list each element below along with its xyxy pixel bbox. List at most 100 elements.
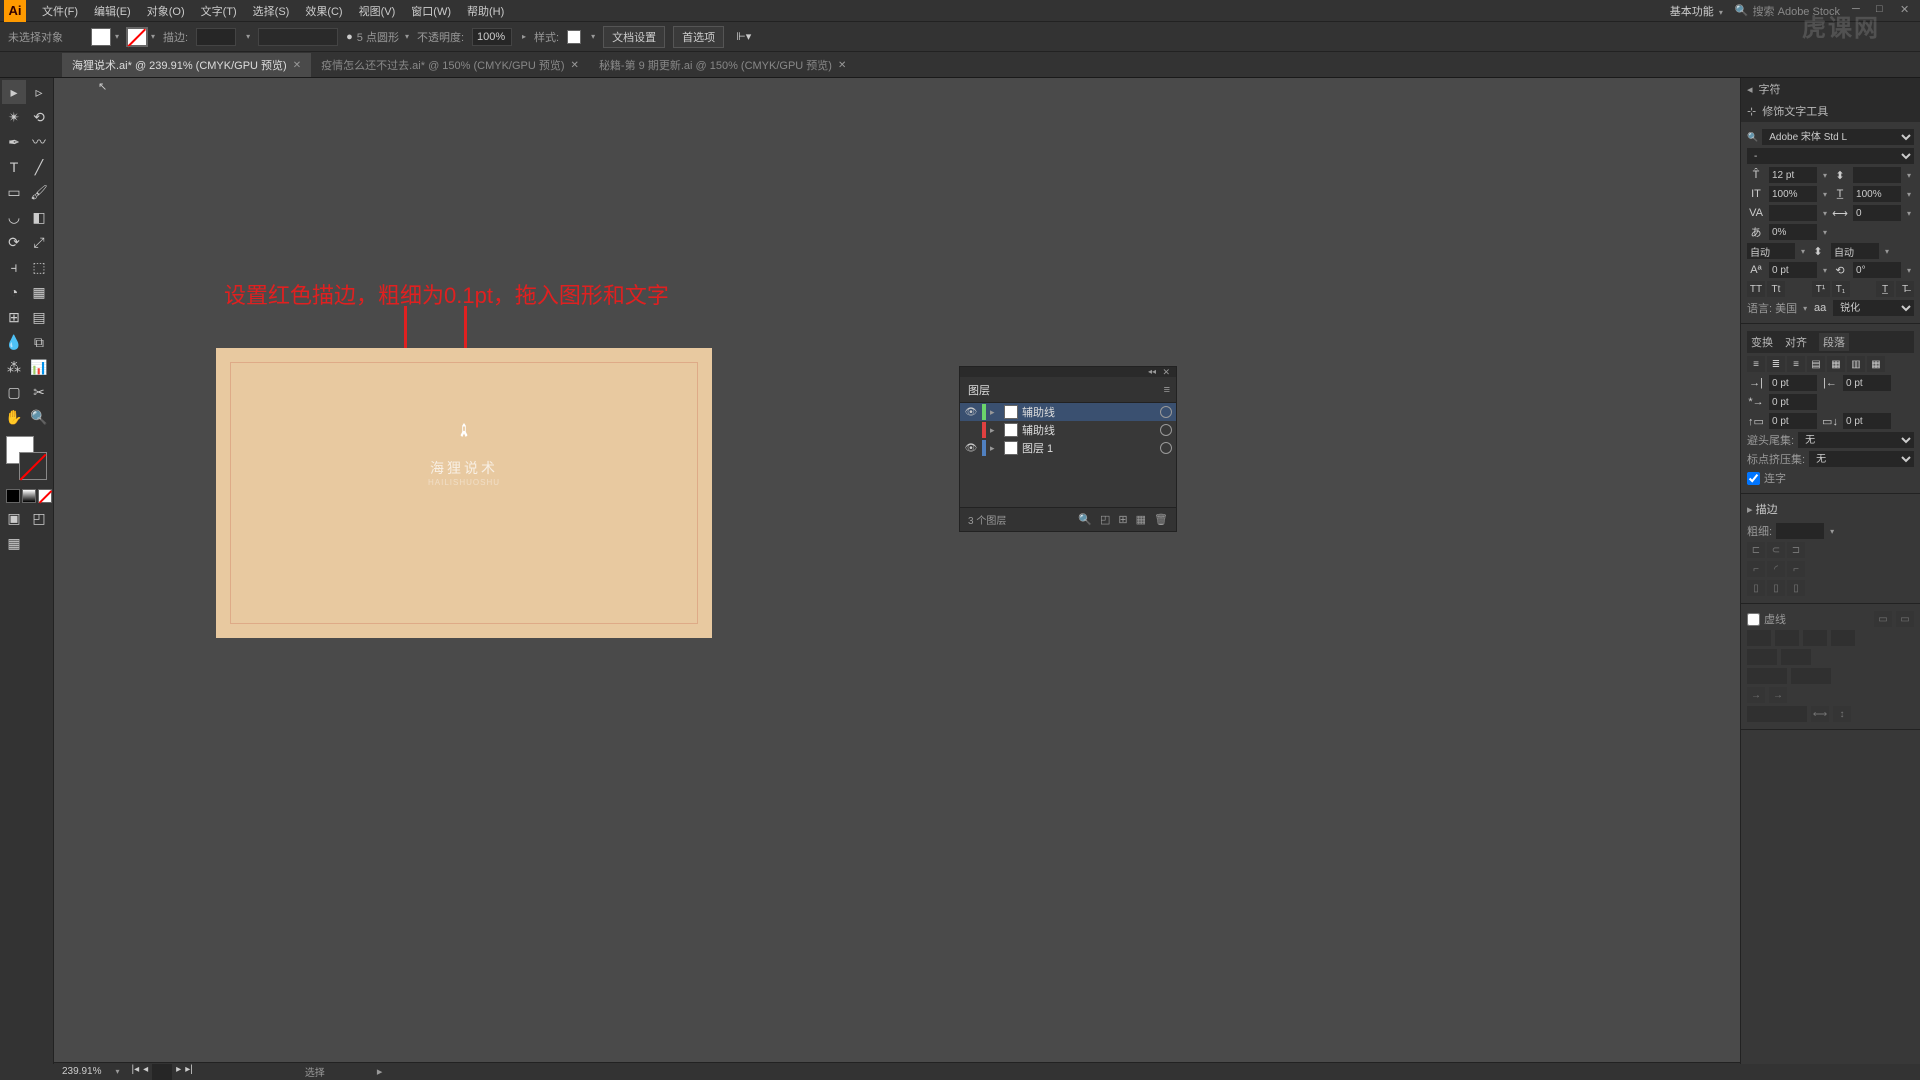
font-size-input[interactable] xyxy=(1769,167,1817,183)
screen-mode-presentation[interactable]: ▦ xyxy=(2,531,26,555)
close-button[interactable]: ✕ xyxy=(1900,3,1916,19)
tab-close-icon[interactable]: ✕ xyxy=(838,60,846,71)
align-left-button[interactable]: ≡ xyxy=(1747,356,1765,372)
indent-right-input[interactable] xyxy=(1843,375,1891,391)
delete-layer-icon[interactable]: 🗑 xyxy=(1154,513,1168,526)
layer-target[interactable] xyxy=(1160,406,1172,418)
workspace-switcher[interactable]: 基本功能 ▾ xyxy=(1670,3,1723,19)
kerning-input[interactable] xyxy=(1769,205,1817,221)
gradient-tool[interactable]: ▤ xyxy=(27,305,51,329)
artboard-nav-input[interactable] xyxy=(152,1064,172,1080)
line-tool[interactable]: ╱ xyxy=(27,155,51,179)
new-layer-icon[interactable]: ▦ xyxy=(1136,513,1146,526)
menu-select[interactable]: 选择(S) xyxy=(245,3,298,19)
zoom-tool[interactable]: 🔍 xyxy=(27,405,51,429)
nav-next[interactable]: ▸ xyxy=(176,1064,181,1080)
layer-name[interactable]: 辅助线 xyxy=(1022,404,1156,420)
allcaps-button[interactable]: TT xyxy=(1747,281,1765,297)
layer-row[interactable]: ▸ 辅助线 xyxy=(960,421,1176,439)
style-swatch[interactable] xyxy=(567,30,581,44)
nav-prev[interactable]: ◂ xyxy=(143,1064,148,1080)
hand-tool[interactable]: ✋ xyxy=(2,405,26,429)
screen-mode-normal[interactable]: ▣ xyxy=(2,506,26,530)
brush-input[interactable] xyxy=(258,28,338,46)
layer-target[interactable] xyxy=(1160,442,1172,454)
eyedropper-tool[interactable]: 💧 xyxy=(2,330,26,354)
clip-mask-icon[interactable]: ◰ xyxy=(1100,513,1110,526)
mesh-tool[interactable]: ⊞ xyxy=(2,305,26,329)
curvature-tool[interactable]: 〰 xyxy=(27,130,51,154)
color-mode-solid[interactable] xyxy=(6,489,20,503)
tracking-input[interactable] xyxy=(1853,205,1901,221)
menu-edit[interactable]: 编辑(E) xyxy=(86,3,139,19)
artboard[interactable]: 海狸说术 HAILISHUOSHU xyxy=(216,348,712,638)
layer-row[interactable]: 👁 ▸ 图层 1 xyxy=(960,439,1176,457)
space-before-input[interactable] xyxy=(1769,413,1817,429)
layer-name[interactable]: 辅助线 xyxy=(1022,422,1156,438)
tab-close-icon[interactable]: ✕ xyxy=(293,60,301,71)
new-sublayer-icon[interactable]: ⊞ xyxy=(1118,513,1127,526)
font-style-select[interactable]: - xyxy=(1747,148,1914,164)
lasso-tool[interactable]: ⟲ xyxy=(27,105,51,129)
magic-wand-tool[interactable]: ✴ xyxy=(2,105,26,129)
color-mode-none[interactable] xyxy=(38,489,52,503)
menu-view[interactable]: 视图(V) xyxy=(351,3,404,19)
panel-menu-icon[interactable]: ≡ xyxy=(1164,384,1170,396)
menu-file[interactable]: 文件(F) xyxy=(34,3,86,19)
char-panel-collapsed[interactable]: ◂字符 xyxy=(1741,78,1920,100)
slice-tool[interactable]: ✂ xyxy=(27,380,51,404)
leading-input[interactable] xyxy=(1853,167,1901,183)
layer-target[interactable] xyxy=(1160,424,1172,436)
artboard-tool[interactable]: ▢ xyxy=(2,380,26,404)
opacity-input[interactable] xyxy=(472,28,512,46)
tsume-input[interactable] xyxy=(1769,224,1817,240)
expand-icon[interactable]: ▸ xyxy=(990,443,1000,454)
color-mode-gradient[interactable] xyxy=(22,489,36,503)
nav-first[interactable]: |◂ xyxy=(132,1064,140,1080)
align-center-button[interactable]: ≣ xyxy=(1767,356,1785,372)
layers-tab[interactable]: 图层 xyxy=(968,382,990,398)
layer-row[interactable]: 👁 ▸ 辅助线 xyxy=(960,403,1176,421)
type-tool[interactable]: T xyxy=(2,155,26,179)
touch-type-panel[interactable]: ⊹修饰文字工具 xyxy=(1741,100,1920,122)
width-tool[interactable]: ⫞ xyxy=(2,255,26,279)
layer-name[interactable]: 图层 1 xyxy=(1022,440,1156,456)
canvas[interactable]: ↖ 设置红色描边，粗细为0.1pt，拖入图形和文字 海狸说术 HAILISHUO… xyxy=(54,78,1740,1064)
locate-icon[interactable]: 🔍 xyxy=(1078,513,1092,526)
tab-close-icon[interactable]: ✕ xyxy=(571,60,579,71)
tab-2[interactable]: 疫情怎么还不过去.ai* @ 150% (CMYK/GPU 预览) ✕ xyxy=(311,53,589,77)
kinsoku-select[interactable]: 无 xyxy=(1798,432,1914,448)
zoom-value[interactable]: 239.91% xyxy=(62,1066,101,1077)
space-after-input[interactable] xyxy=(1843,413,1891,429)
rectangle-tool[interactable]: ▭ xyxy=(2,180,26,204)
align-icon[interactable]: ⊩▾ xyxy=(736,30,751,43)
panel-collapse-icon[interactable]: ◂◂ xyxy=(1148,367,1156,376)
antialiasing-select[interactable]: 锐化 xyxy=(1833,300,1914,316)
scale-tool[interactable]: ⤢ xyxy=(27,230,51,254)
prefs-button[interactable]: 首选项 xyxy=(673,26,724,48)
nav-last[interactable]: ▸| xyxy=(185,1064,193,1080)
align-right-button[interactable]: ≡ xyxy=(1787,356,1805,372)
fill-dropdown[interactable]: ▾ xyxy=(115,32,119,41)
align-tab[interactable]: 对齐 xyxy=(1785,334,1807,350)
menu-type[interactable]: 文字(T) xyxy=(193,3,245,19)
subscript-button[interactable]: T₁ xyxy=(1832,281,1850,297)
baseline2-input[interactable] xyxy=(1831,243,1879,259)
shaper-tool[interactable]: ◡ xyxy=(2,205,26,229)
transform-tab[interactable]: 变换 xyxy=(1751,334,1773,350)
justify-center-button[interactable]: ▦ xyxy=(1827,356,1845,372)
menu-window[interactable]: 窗口(W) xyxy=(403,3,459,19)
smallcaps-button[interactable]: Tt xyxy=(1767,281,1785,297)
symbol-sprayer-tool[interactable]: ⁂ xyxy=(2,355,26,379)
superscript-button[interactable]: T¹ xyxy=(1812,281,1830,297)
visibility-icon[interactable]: 👁 xyxy=(964,407,978,418)
expand-icon[interactable]: ▸ xyxy=(990,425,1000,436)
dash-checkbox[interactable] xyxy=(1747,613,1760,626)
hyphenate-checkbox[interactable] xyxy=(1747,472,1760,485)
char-rotation-input[interactable] xyxy=(1853,262,1901,278)
justify-left-button[interactable]: ▤ xyxy=(1807,356,1825,372)
rotate-tool[interactable]: ⟳ xyxy=(2,230,26,254)
menu-help[interactable]: 帮助(H) xyxy=(459,3,512,19)
paintbrush-tool[interactable]: 🖌 xyxy=(27,180,51,204)
baseline-input[interactable] xyxy=(1747,243,1795,259)
